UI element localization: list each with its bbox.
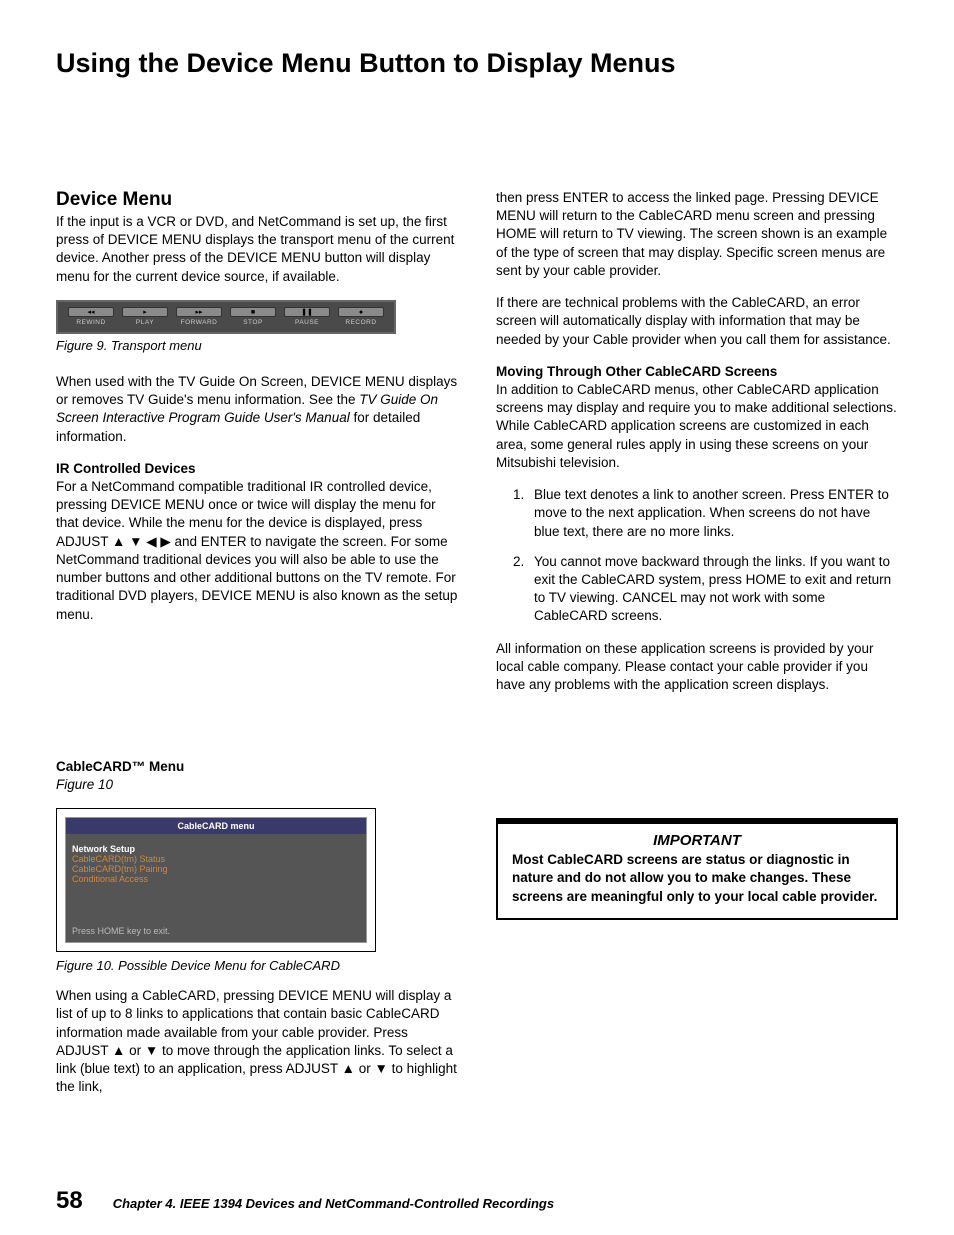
subhead-cablecard-menu: CableCARD™ Menu [56, 758, 458, 776]
paragraph: If there are technical problems with the… [496, 294, 898, 349]
play-icon: ▸ [122, 307, 168, 317]
page-footer: 58 Chapter 4. IEEE 1394 Devices and NetC… [56, 1187, 554, 1215]
page-number: 58 [56, 1187, 83, 1215]
rewind-icon: ◂◂ [68, 307, 114, 317]
cablecard-item: CableCARD(tm) Status [72, 854, 360, 864]
cablecard-item: Conditional Access [72, 874, 360, 884]
important-callout: IMPORTANT Most CableCARD screens are sta… [496, 818, 898, 920]
section-heading-device-menu: Device Menu [56, 189, 458, 211]
figure-10-caption: Figure 10. Possible Device Menu for Cabl… [56, 958, 458, 973]
cablecard-figure: CableCARD menu Network Setup CableCARD(t… [56, 808, 376, 952]
subhead-ir-controlled: IR Controlled Devices [56, 460, 458, 478]
list-item: You cannot move backward through the lin… [528, 553, 898, 626]
transport-rewind: ◂◂ REWIND [66, 307, 116, 326]
chapter-title: Chapter 4. IEEE 1394 Devices and NetComm… [113, 1196, 554, 1211]
transport-label: STOP [243, 319, 263, 326]
transport-label: PAUSE [295, 319, 319, 326]
transport-label: REWIND [76, 319, 105, 326]
left-column: Device Menu If the input is a VCR or DVD… [56, 189, 458, 1110]
paragraph: When using a CableCARD, pressing DEVICE … [56, 987, 458, 1096]
transport-label: PLAY [136, 319, 154, 326]
stop-icon: ■ [230, 307, 276, 317]
cablecard-screen: CableCARD menu Network Setup CableCARD(t… [65, 817, 367, 943]
transport-label: RECORD [345, 319, 376, 326]
important-title: IMPORTANT [512, 832, 882, 849]
subhead-moving-through: Moving Through Other CableCARD Screens [496, 363, 898, 381]
transport-label: FORWARD [181, 319, 218, 326]
pause-icon: ❚❚ [284, 307, 330, 317]
figure-10-ref: Figure 10 [56, 776, 458, 794]
transport-stop: ■ STOP [228, 307, 278, 326]
important-body: Most CableCARD screens are status or dia… [512, 851, 882, 906]
cablecard-title: CableCARD menu [66, 818, 366, 834]
two-column-layout: Device Menu If the input is a VCR or DVD… [56, 189, 898, 1110]
paragraph: All information on these application scr… [496, 640, 898, 695]
transport-menu-figure: ◂◂ REWIND ▸ PLAY ▸▸ FORWARD ■ STOP ❚❚ PA… [56, 300, 396, 334]
transport-record: ● RECORD [336, 307, 386, 326]
cablecard-item: CableCARD(tm) Pairing [72, 864, 360, 874]
numbered-list: Blue text denotes a link to another scre… [496, 486, 898, 626]
paragraph: For a NetCommand compatible traditional … [56, 478, 458, 624]
forward-icon: ▸▸ [176, 307, 222, 317]
transport-pause: ❚❚ PAUSE [282, 307, 332, 326]
paragraph: then press ENTER to access the linked pa… [496, 189, 898, 280]
page-title: Using the Device Menu Button to Display … [56, 48, 898, 79]
paragraph: When used with the TV Guide On Screen, D… [56, 373, 458, 446]
record-icon: ● [338, 307, 384, 317]
transport-play: ▸ PLAY [120, 307, 170, 326]
right-column: then press ENTER to access the linked pa… [496, 189, 898, 1110]
text-bold: CableCARD™ Menu [56, 759, 184, 774]
figure-9-caption: Figure 9. Transport menu [56, 338, 458, 353]
paragraph: In addition to CableCARD menus, other Ca… [496, 381, 898, 472]
cablecard-body: Network Setup CableCARD(tm) Status Cable… [66, 834, 366, 922]
cablecard-item-selected: Network Setup [72, 844, 360, 854]
cablecard-footer: Press HOME key to exit. [66, 922, 366, 942]
list-item: Blue text denotes a link to another scre… [528, 486, 898, 541]
transport-forward: ▸▸ FORWARD [174, 307, 224, 326]
paragraph: If the input is a VCR or DVD, and NetCom… [56, 213, 458, 286]
